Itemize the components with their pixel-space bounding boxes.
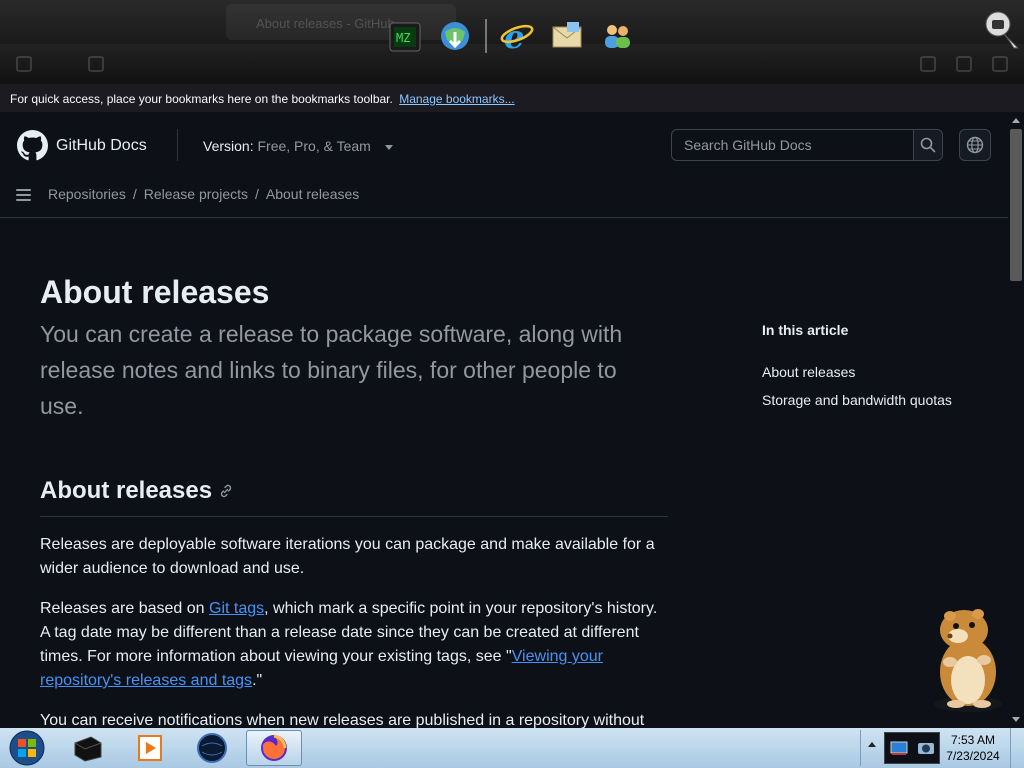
shield-icon[interactable] <box>920 56 936 72</box>
bookmarks-message: For quick access, place your bookmarks h… <box>10 92 393 106</box>
version-value: Free, Pro, & Team <box>257 138 371 154</box>
breadcrumb: Repositories / Release projects / About rele… <box>48 186 359 202</box>
browser-tab-title: About releases - GitHub <box>256 16 395 31</box>
breadcrumb-bar: Repositories / Release projects / About rele… <box>0 178 1008 218</box>
clock-date: 7/23/2024 <box>946 749 1000 763</box>
menu-icon[interactable] <box>992 56 1008 72</box>
section-heading-text: About releases <box>40 477 213 504</box>
site-header: GitHub Docs Version: Free, Pro, & Team <box>0 112 1008 178</box>
internet-explorer-icon[interactable]: e <box>497 16 537 56</box>
article-header: About releases You can create a release … <box>40 272 670 424</box>
version-picker[interactable]: Version: Free, Pro, & Team <box>203 138 393 154</box>
scroll-down-icon[interactable] <box>1012 717 1020 722</box>
toc-title: In this article <box>762 322 849 338</box>
paragraph-3: You can receive notifications when new r… <box>40 712 645 728</box>
section-heading: About releases <box>40 477 668 517</box>
firefox-icon <box>261 734 287 761</box>
reload-icon[interactable] <box>88 56 104 72</box>
paragraph-2-text-a: Releases are based on <box>40 600 209 617</box>
github-logo-icon[interactable] <box>17 130 48 161</box>
paragraph-2-text-c: ." <box>252 672 263 689</box>
matrix-app-icon[interactable]: MZ <box>385 16 425 56</box>
clock-time: 7:53 AM <box>950 733 996 747</box>
scroll-up-icon[interactable] <box>1012 118 1020 123</box>
svg-text:MZ: MZ <box>396 31 410 45</box>
search-box <box>671 129 943 161</box>
page-intro: You can create a release to package soft… <box>40 321 623 419</box>
git-tags-link[interactable]: Git tags <box>209 600 264 617</box>
toc-item-about-releases[interactable]: About releases <box>762 364 855 380</box>
version-label: Version: <box>203 138 254 154</box>
svg-text:e: e <box>504 18 524 54</box>
scrollbar-thumb[interactable] <box>1010 129 1022 281</box>
monitor-tray-icon[interactable] <box>889 738 909 758</box>
docs-page: GitHub Docs Version: Free, Pro, & Team R… <box>0 112 1008 728</box>
toolbox-icon[interactable] <box>984 10 1020 50</box>
show-desktop-button[interactable] <box>1010 728 1024 768</box>
paragraph-2: Releases are based on Git tags, which ma… <box>40 597 670 693</box>
download-globe-icon[interactable] <box>435 16 475 56</box>
terminal-app-icon <box>74 736 102 762</box>
back-icon[interactable] <box>16 56 32 72</box>
users-icon[interactable] <box>597 16 637 56</box>
taskbar-terminal-app[interactable] <box>60 730 116 766</box>
mail-envelope-icon[interactable] <box>547 16 587 56</box>
hamster-mascot-icon[interactable] <box>920 600 1010 715</box>
link-icon[interactable] <box>218 478 234 506</box>
taskbar-firefox-active[interactable] <box>246 730 302 766</box>
dock-separator <box>485 19 487 53</box>
paragraph-1: Releases are deployable software iterati… <box>40 536 655 577</box>
breadcrumb-separator: / <box>132 186 137 202</box>
browser-chrome: About releases - GitHub MZ e <box>0 0 1024 84</box>
taskbar: 7:53 AM 7/23/2024 <box>0 728 1024 768</box>
language-button[interactable] <box>959 129 991 161</box>
camera-tray-icon[interactable] <box>916 738 936 758</box>
extension-icon[interactable] <box>956 56 972 72</box>
start-button[interactable] <box>4 729 50 767</box>
page-title: About releases <box>40 274 270 310</box>
chevron-down-icon <box>384 144 393 150</box>
manage-bookmarks-link[interactable]: Manage bookmarks... <box>399 92 514 106</box>
taskbar-clock[interactable]: 7:53 AM 7/23/2024 <box>940 732 1006 764</box>
search-icon <box>920 137 936 153</box>
windows-logo-icon <box>9 730 45 766</box>
breadcrumb-item-release-projects[interactable]: Release projects <box>144 186 248 202</box>
media-player-icon <box>138 735 162 761</box>
globe-browser-icon <box>197 733 227 763</box>
search-button[interactable] <box>913 130 942 160</box>
breadcrumb-item-about-releases[interactable]: About releases <box>266 186 359 202</box>
tray-expand-icon[interactable] <box>868 742 876 747</box>
bookmarks-toolbar: For quick access, place your bookmarks h… <box>0 84 1024 112</box>
breadcrumb-item-repositories[interactable]: Repositories <box>48 186 126 202</box>
taskbar-separator <box>860 730 861 766</box>
page-scrollbar[interactable] <box>1008 112 1024 728</box>
launcher-dock: MZ e <box>385 14 637 58</box>
system-tray <box>884 732 940 764</box>
header-divider <box>177 129 178 161</box>
site-title[interactable]: GitHub Docs <box>56 137 147 155</box>
taskbar-globe-browser[interactable] <box>184 730 240 766</box>
breadcrumb-separator: / <box>255 186 259 202</box>
toc-item-storage-quotas[interactable]: Storage and bandwidth quotas <box>762 392 952 408</box>
globe-icon <box>966 136 984 154</box>
hamburger-menu-icon[interactable] <box>16 186 34 204</box>
taskbar-media-player[interactable] <box>122 730 178 766</box>
table-of-contents: In this article About releases Storage a… <box>762 322 952 408</box>
search-input[interactable] <box>672 130 914 160</box>
